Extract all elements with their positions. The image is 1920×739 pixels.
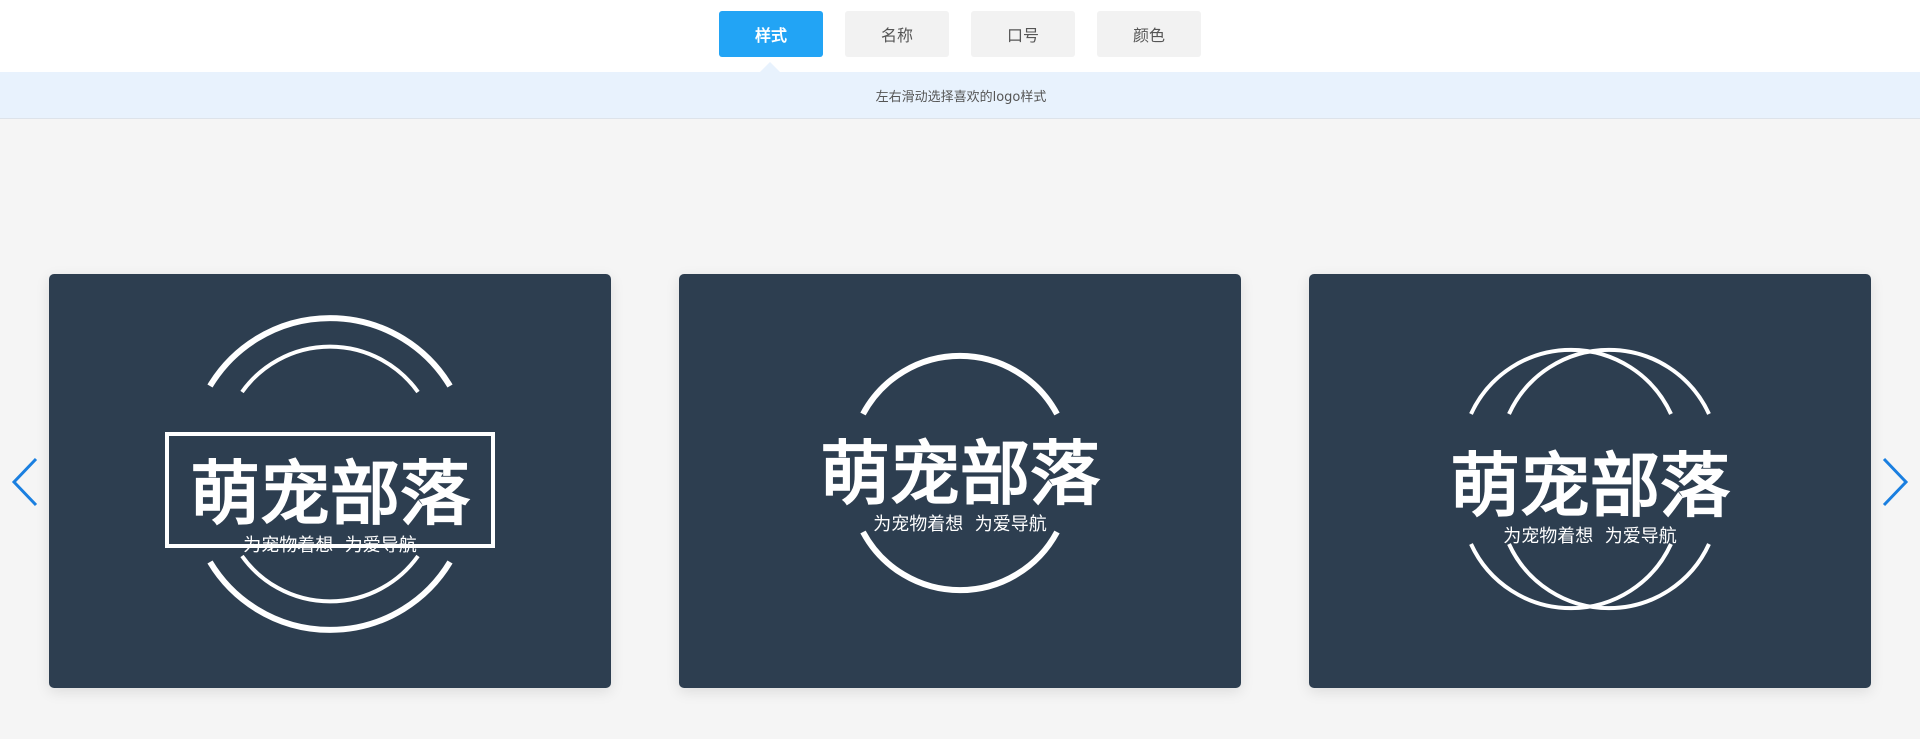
logo-slogan: 为宠物着想 为爱导航 [1503,526,1676,547]
top-bar: 样式 名称 口号 颜色 [0,0,1920,72]
logo-card[interactable]: 萌宠部落 为宠物着想 为爱导航 [1309,274,1871,688]
next-button[interactable] [1876,455,1912,509]
logo-title: 萌宠部落 [190,453,471,535]
hint-bar: 左右滑动选择喜欢的logo样式 [0,72,1920,119]
tab-color[interactable]: 颜色 [1097,11,1201,57]
logo-title: 萌宠部落 [820,433,1101,515]
active-tab-pointer [760,62,780,72]
tab-slogan[interactable]: 口号 [971,11,1075,57]
logo-slogan: 为宠物着想 为爱导航 [873,514,1046,535]
tab-style[interactable]: 样式 [719,11,823,57]
logo-slogan: 为宠物着想 为爱导航 [243,535,416,556]
prev-button[interactable] [8,455,44,509]
logo-preview: 萌宠部落 为宠物着想 为爱导航 [1450,347,1731,611]
chevron-left-icon [11,457,38,507]
logo-preview: 萌宠部落 为宠物着想 为爱导航 [820,352,1101,594]
hint-text: 左右滑动选择喜欢的logo样式 [875,89,1047,105]
logo-card[interactable]: 萌宠部落 为宠物着想 为爱导航 [679,274,1241,688]
tab-name[interactable]: 名称 [845,11,949,57]
logo-card[interactable]: 萌宠部落 为宠物着想 为爱导航 [49,274,611,688]
tab-group: 样式 名称 口号 颜色 [719,11,1201,57]
chevron-right-icon [1882,457,1909,507]
logo-title: 萌宠部落 [1450,445,1731,527]
logo-preview: 萌宠部落 为宠物着想 为爱导航 [165,315,495,633]
